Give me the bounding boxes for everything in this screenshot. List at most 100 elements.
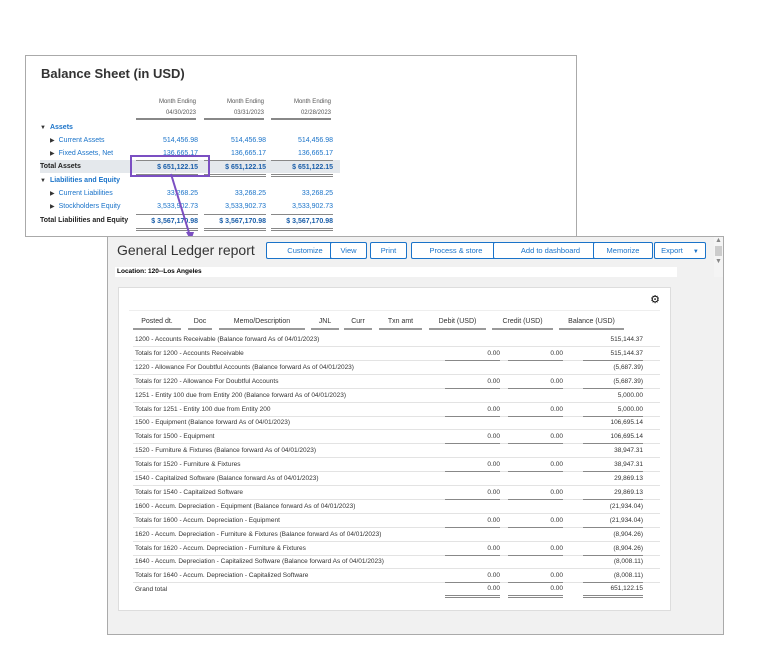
general-ledger-window: General Ledger report Customize View Print… [107, 236, 724, 635]
table-row: Totals for 1520 - Furniture & Fixtures 0.… [133, 458, 660, 473]
row-balance: 651,122.15 [583, 583, 643, 599]
row-description: Totals for 1220 - Allowance For Doubtful… [135, 377, 279, 385]
row-balance: (21,934.04) [609, 502, 643, 510]
row-value[interactable]: 136,665.17 [204, 147, 266, 160]
row-credit: 0.00 [508, 514, 563, 528]
row-debit: 0.00 [445, 542, 500, 556]
row-description: 1620 - Accum. Depreciation - Furniture &… [135, 530, 382, 538]
row-description: Grand total [135, 586, 168, 594]
balance-sheet-row: ▼ Assets [40, 121, 340, 134]
row-label-text: Total Assets [40, 163, 81, 170]
column-header[interactable]: Credit (USD) [492, 316, 553, 330]
chevron-down-icon: ▼ [692, 249, 699, 255]
row-debit: 0.00 [445, 569, 500, 584]
button-memorize[interactable]: Memorize [593, 242, 653, 259]
row-description: Totals for 1540 - Capitalized Software [135, 488, 244, 496]
column-header[interactable]: Doc [188, 316, 212, 330]
row-value[interactable]: 33,268.25 [204, 187, 266, 200]
row-description: 1600 - Accum. Depreciation - Equipment (… [135, 502, 356, 510]
column-header[interactable]: Debit (USD) [429, 316, 486, 330]
button-export[interactable]: Export ▼ [654, 242, 706, 259]
column-header[interactable]: Curr [344, 316, 372, 330]
row-label[interactable]: ▶ Current Liabilities [50, 187, 113, 201]
row-credit: 0.00 [508, 347, 563, 361]
row-value[interactable]: 3,533,902.73 [136, 200, 198, 213]
row-description: Totals for 1500 - Equipment [135, 433, 215, 441]
row-debit: 0.00 [445, 403, 500, 417]
row-credit: 0.00 [508, 375, 563, 389]
section-label: Liabilities and Equity [49, 177, 120, 184]
column-header[interactable]: JNL [311, 316, 339, 330]
column-header-label: Month Ending [226, 99, 264, 105]
row-description: Totals for 1520 - Furniture & Fixtures [135, 461, 241, 469]
row-debit: 0.00 [445, 430, 500, 445]
caret-right-icon[interactable]: ▶ [50, 204, 55, 210]
row-label[interactable]: ▶ Stockholders Equity [50, 200, 121, 214]
button-label: View [340, 246, 357, 255]
table-row: Totals for 1251 - Entity 100 due from En… [133, 403, 660, 417]
column-header[interactable]: Balance (USD) [559, 316, 624, 330]
row-debit: 0.00 [445, 583, 500, 599]
location-label: Location: 120--Los Angeles [115, 267, 677, 277]
row-credit: 0.00 [508, 403, 563, 417]
row-value[interactable]: $ 3,567,170.98 [204, 214, 266, 231]
row-value[interactable]: $ 3,567,170.98 [271, 214, 333, 231]
table-row: Totals for 1500 - Equipment 0.00 0.00 106,6… [133, 430, 660, 445]
table-row: Grand total 0.00 0.00 651,122.15 [133, 583, 660, 599]
caret-right-icon[interactable]: ▶ [50, 191, 55, 197]
table-row: 1620 - Accum. Depreciation - Furniture &… [133, 528, 660, 542]
row-balance: (8,008.11) [613, 558, 643, 566]
row-balance: (8,904.26) [613, 530, 643, 538]
report-title: General Ledger report [117, 242, 255, 258]
row-value[interactable]: 136,665.17 [271, 147, 333, 160]
row-value[interactable]: 33,268.25 [136, 187, 198, 200]
table-row: 1520 - Furniture & Fixtures (Balance for… [133, 444, 660, 459]
row-value[interactable]: 514,456.98 [271, 134, 333, 147]
row-label[interactable]: ▶ Fixed Assets, Net [50, 147, 113, 161]
caret-down-icon[interactable]: ▼ [40, 178, 46, 184]
column-header[interactable]: Txn amt [379, 316, 422, 330]
column-header[interactable]: Posted dt. [133, 316, 181, 330]
gear-icon[interactable]: ⚙ [650, 293, 660, 306]
button-add-to-dashboard[interactable]: Add to dashboard [493, 242, 608, 259]
row-value[interactable]: 3,533,902.73 [271, 200, 333, 213]
row-balance: 515,144.37 [583, 347, 643, 361]
row-balance: 515,144.37 [610, 336, 643, 343]
table-row: Totals for 1200 - Accounts Receivable 0.0… [133, 347, 660, 361]
row-value[interactable]: 33,268.25 [271, 187, 333, 200]
caret-right-icon[interactable]: ▶ [50, 151, 55, 157]
row-description: Totals for 1600 - Accum. Depreciation - … [135, 516, 280, 524]
column-header[interactable]: Memo/Description [219, 316, 305, 330]
row-label[interactable]: ▶ Current Assets [50, 134, 105, 148]
row-balance: (8,904.26) [583, 542, 643, 556]
row-label-text: Total Liabilities and Equity [40, 217, 129, 224]
row-label[interactable]: ▼ Liabilities and Equity [40, 174, 120, 188]
row-label-text: Fixed Assets, Net [58, 150, 114, 157]
row-description: Totals for 1620 - Accum. Depreciation - … [135, 544, 306, 552]
table-row: 1500 - Equipment (Balance forward As of … [133, 416, 660, 431]
row-label[interactable]: ▼ Assets [40, 121, 73, 135]
row-value[interactable]: $ 3,567,170.98 [136, 214, 198, 231]
row-value[interactable]: 514,456.98 [204, 134, 266, 147]
table-row: Totals for 1620 - Accum. Depreciation - … [133, 542, 660, 556]
row-label-text: Current Liabilities [58, 190, 113, 197]
column-header-date: 04/30/2023 [136, 110, 196, 120]
button-view[interactable]: View [330, 242, 367, 259]
row-value[interactable]: 514,456.98 [136, 134, 198, 147]
row-balance: 29,869.13 [583, 486, 643, 500]
row-description: 1500 - Equipment (Balance forward As of … [135, 419, 291, 427]
row-balance: (5,687.39) [583, 375, 643, 389]
row-debit: 0.00 [445, 375, 500, 389]
scrollbar[interactable]: ▲ ▼ [714, 237, 723, 277]
button-label: Memorize [606, 246, 640, 255]
row-credit: 0.00 [508, 458, 563, 473]
column-header-label: Month Ending [158, 99, 196, 105]
row-balance: 106,695.14 [583, 430, 643, 445]
button-process-store[interactable]: Process & store [411, 242, 501, 259]
section-label: Assets [49, 124, 73, 131]
caret-right-icon[interactable]: ▶ [50, 138, 55, 144]
balance-sheet-panel: Balance Sheet (in USD) Month Ending 04/30… [25, 55, 577, 237]
row-value[interactable]: 3,533,902.73 [204, 200, 266, 213]
caret-down-icon[interactable]: ▼ [40, 125, 46, 131]
button-print[interactable]: Print [370, 242, 407, 259]
